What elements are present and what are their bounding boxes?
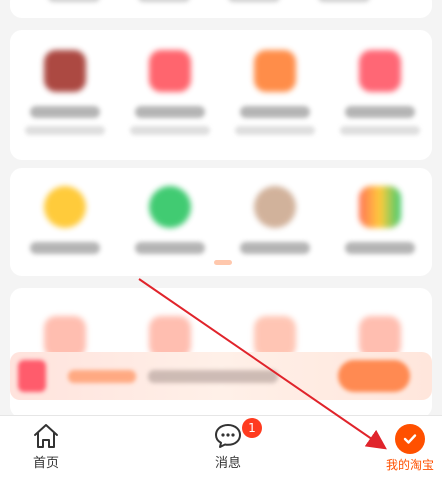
blurred-label bbox=[345, 106, 415, 118]
blurred-label bbox=[30, 242, 100, 254]
blurred-sublabel bbox=[235, 126, 315, 135]
tab-messages[interactable]: 1 消息 bbox=[188, 418, 268, 471]
chat-bubble-icon bbox=[215, 424, 241, 448]
grid-item[interactable] bbox=[15, 186, 115, 254]
blurred-sublabel bbox=[25, 126, 105, 135]
grid-item[interactable] bbox=[120, 186, 220, 254]
blurred-avatar-icon bbox=[254, 186, 296, 228]
blurred-red-icon bbox=[149, 50, 191, 92]
blurred-label bbox=[318, 0, 370, 2]
grid-item[interactable] bbox=[330, 50, 430, 135]
blurred-label bbox=[228, 0, 280, 2]
tab-my-taobao[interactable]: 我的淘宝 bbox=[370, 422, 442, 473]
blurred-label bbox=[240, 242, 310, 254]
blurred-label bbox=[345, 242, 415, 254]
bottom-tab-bar: 首页 1 消息 我的淘宝 bbox=[0, 415, 442, 481]
page-indicator bbox=[214, 260, 232, 265]
blurred-promo-icon bbox=[18, 360, 46, 392]
tab-messages-label: 消息 bbox=[214, 456, 241, 471]
tab-home[interactable]: 首页 bbox=[6, 422, 86, 471]
checkmark-circle-icon bbox=[395, 424, 425, 454]
grid-item[interactable] bbox=[120, 50, 220, 135]
blurred-promo-text bbox=[148, 370, 278, 383]
blurred-promo-title bbox=[68, 370, 136, 383]
promo-banner[interactable] bbox=[10, 352, 432, 400]
blurred-sublabel bbox=[130, 126, 210, 135]
blurred-pink-red-icon bbox=[359, 50, 401, 92]
shortcut-grid-card-1 bbox=[10, 30, 432, 160]
tab-my-taobao-label: 我的淘宝 bbox=[385, 458, 434, 472]
blurred-multicolor-icon bbox=[359, 186, 401, 228]
blurred-dark-red-icon bbox=[44, 50, 86, 92]
blurred-label bbox=[30, 106, 100, 118]
unread-badge: 1 bbox=[242, 418, 262, 438]
blurred-label bbox=[135, 106, 205, 118]
tab-home-label: 首页 bbox=[32, 456, 59, 471]
grid-item[interactable] bbox=[15, 50, 115, 135]
blurred-label bbox=[48, 0, 100, 2]
shortcut-grid-card-2 bbox=[10, 168, 432, 276]
grid-item[interactable] bbox=[330, 186, 430, 254]
blurred-label bbox=[138, 0, 190, 2]
grid-item[interactable] bbox=[225, 186, 325, 254]
blurred-green-icon bbox=[149, 186, 191, 228]
home-icon bbox=[34, 424, 58, 448]
blurred-yellow-icon bbox=[44, 186, 86, 228]
grid-item[interactable] bbox=[225, 50, 325, 135]
blurred-label bbox=[240, 106, 310, 118]
blurred-orange-icon bbox=[254, 50, 296, 92]
top-shortcut-card bbox=[10, 0, 432, 18]
blurred-promo-button[interactable] bbox=[338, 360, 410, 392]
blurred-label bbox=[135, 242, 205, 254]
blurred-sublabel bbox=[340, 126, 420, 135]
